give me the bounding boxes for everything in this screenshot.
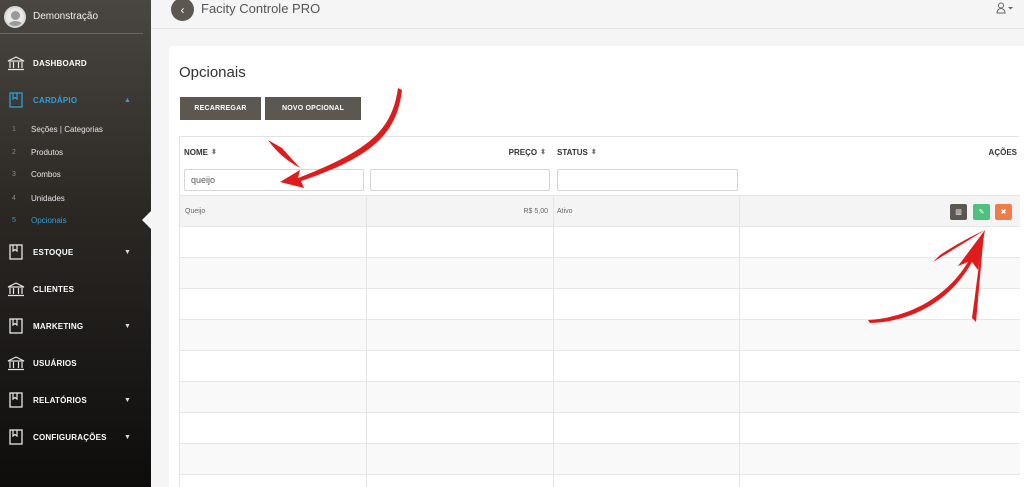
book-icon: [6, 392, 26, 408]
sidebar-subitem-combos[interactable]: 3 Combos: [0, 164, 151, 184]
back-button[interactable]: ‹: [171, 0, 194, 21]
edit-icon[interactable]: ✎: [973, 204, 990, 220]
sidebar-item-marketing[interactable]: MARKETING ▼: [0, 311, 151, 341]
book-icon: [6, 244, 26, 260]
table-row: [180, 381, 1020, 412]
sidebar-item-label: CONFIGURAÇÕES: [33, 432, 107, 442]
sidebar: Demonstração DASHBOARD CARDÁPIO ▲ 1 Seçõ…: [0, 0, 151, 487]
column-divider: [366, 195, 367, 487]
sidebar-item-label: RELATÓRIOS: [33, 395, 87, 405]
chevron-down-icon: ▼: [124, 322, 131, 330]
table-row: [180, 288, 1020, 319]
table-row: [180, 226, 1020, 257]
subitem-number: 5: [12, 216, 16, 224]
sidebar-item-label: CLIENTES: [33, 284, 75, 294]
cell-status: Ativo: [557, 208, 573, 215]
header-label: STATUS: [557, 147, 588, 157]
subitem-label: Combos: [31, 169, 61, 179]
filter-status-input[interactable]: [557, 169, 738, 191]
subitem-label: Opcionais: [31, 215, 67, 225]
bank-icon: [6, 355, 26, 371]
sidebar-item-estoque[interactable]: ESTOQUE ▼: [0, 237, 151, 267]
sidebar-subitem-opcionais[interactable]: 5 Opcionais: [0, 210, 151, 230]
column-header-acoes: AÇÕES: [740, 137, 1017, 167]
page-title: Opcionais: [179, 64, 246, 81]
bank-icon: [6, 55, 26, 71]
subitem-number: 2: [12, 148, 16, 156]
subitem-number: 1: [12, 125, 16, 133]
sidebar-item-relatorios[interactable]: RELATÓRIOS ▼: [0, 385, 151, 415]
chevron-down-icon: ▼: [124, 248, 131, 256]
book-icon: [6, 429, 26, 445]
chevron-down-icon: ▼: [124, 396, 131, 404]
barcode-icon[interactable]: ▥: [950, 204, 967, 220]
column-header-nome[interactable]: NOME ⬍: [184, 137, 364, 167]
book-icon: [6, 92, 26, 108]
sidebar-item-clientes[interactable]: CLIENTES: [0, 274, 151, 304]
sidebar-subitem-produtos[interactable]: 2 Produtos: [0, 142, 151, 162]
new-optional-button[interactable]: NOVO OPCIONAL: [265, 97, 361, 120]
user-menu-icon[interactable]: [996, 2, 1014, 17]
table-row: [180, 443, 1020, 474]
header-label: NOME: [184, 147, 208, 157]
sidebar-item-label: MARKETING: [33, 321, 84, 331]
content-card: Opcionais RECARREGAR NOVO OPCIONAL NOME …: [169, 46, 1024, 487]
sort-icon: ⬍: [590, 149, 597, 156]
sidebar-item-dashboard[interactable]: DASHBOARD: [0, 48, 151, 78]
table-row: [180, 319, 1020, 350]
subitem-label: Unidades: [31, 193, 65, 203]
subitem-label: Produtos: [31, 147, 64, 157]
sidebar-subitem-unidades[interactable]: 4 Unidades: [0, 188, 151, 208]
book-icon: [6, 318, 26, 334]
subitem-number: 3: [12, 170, 16, 178]
top-bar: ‹ Facity Controle PRO: [151, 0, 1024, 29]
sidebar-item-usuarios[interactable]: USUÁRIOS: [0, 348, 151, 378]
column-divider: [739, 195, 740, 487]
table-row[interactable]: Queijo R$ 5,00 Ativo ▥ ✎ ✖: [180, 195, 1020, 226]
sort-icon: ⬍: [211, 149, 217, 156]
header-label: AÇÕES: [988, 147, 1017, 157]
active-indicator: [142, 211, 151, 229]
column-header-status[interactable]: STATUS ⬍: [557, 137, 737, 167]
reload-button[interactable]: RECARREGAR: [180, 97, 261, 120]
sort-icon: ⬍: [540, 149, 546, 156]
user-profile[interactable]: Demonstração: [0, 0, 143, 34]
cell-preco: R$ 5,00: [523, 208, 548, 215]
cell-nome: Queijo: [185, 208, 206, 215]
filter-nome-input[interactable]: [184, 169, 364, 191]
sidebar-subitem-secoes[interactable]: 1 Seções | Categorias: [0, 119, 151, 139]
sidebar-item-label: DASHBOARD: [33, 58, 87, 68]
optionals-table: NOME ⬍ PREÇO ⬍ STATUS ⬍ AÇÕES Queijo R$ …: [179, 136, 1020, 487]
bank-icon: [6, 281, 26, 297]
chevron-up-icon: ▲: [124, 96, 131, 104]
table-row: [180, 257, 1020, 288]
subitem-number: 4: [12, 194, 16, 202]
filter-preco-input[interactable]: [370, 169, 550, 191]
chevron-down-icon: ▼: [124, 433, 131, 441]
column-header-preco[interactable]: PREÇO ⬍: [368, 137, 546, 167]
app-title: Facity Controle PRO: [201, 1, 321, 16]
table-row: [180, 350, 1020, 381]
avatar: [4, 5, 26, 28]
delete-icon[interactable]: ✖: [995, 204, 1012, 220]
header-label: PREÇO: [508, 147, 538, 157]
column-divider: [553, 195, 554, 487]
table-row: [180, 412, 1020, 443]
table-row: [180, 474, 1020, 487]
sidebar-item-label: ESTOQUE: [33, 247, 74, 257]
subitem-label: Seções | Categorias: [31, 124, 103, 134]
sidebar-item-configuracoes[interactable]: CONFIGURAÇÕES ▼: [0, 422, 151, 452]
sidebar-item-label: USUÁRIOS: [33, 358, 77, 368]
profile-name: Demonstração: [33, 11, 99, 22]
chevron-left-icon: ‹: [180, 2, 185, 17]
sidebar-item-cardapio[interactable]: CARDÁPIO ▲: [0, 85, 151, 115]
sidebar-item-label: CARDÁPIO: [33, 95, 78, 105]
